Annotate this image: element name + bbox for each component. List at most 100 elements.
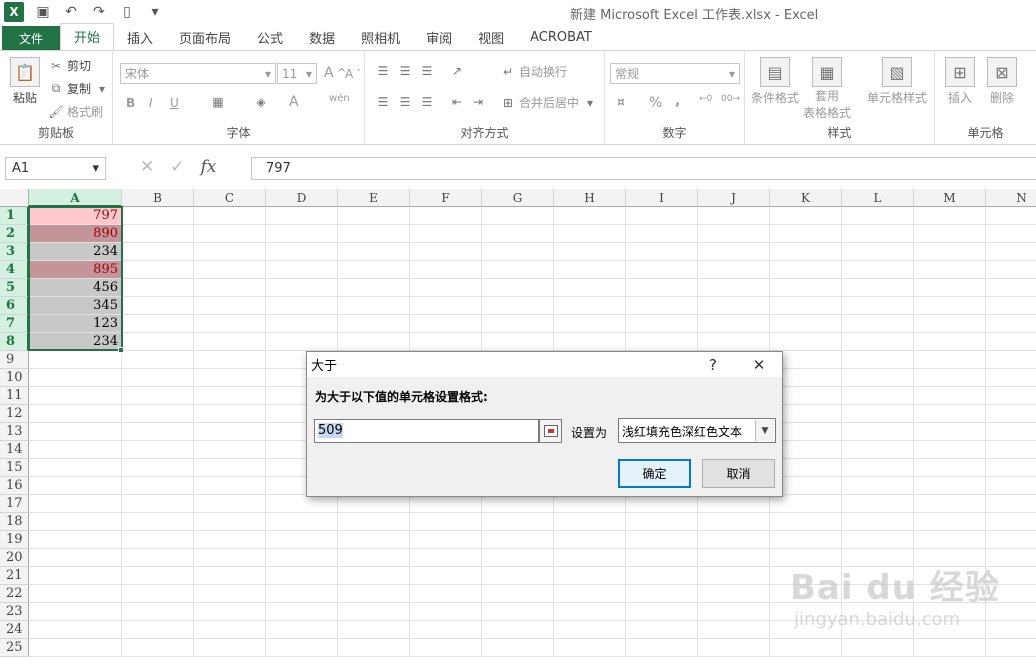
undo-icon[interactable]: ↶	[62, 3, 80, 21]
cell-b25[interactable]	[122, 639, 194, 657]
cell-m5[interactable]	[914, 279, 986, 297]
cell-b24[interactable]	[122, 621, 194, 639]
select-all-corner[interactable]	[0, 189, 29, 207]
cell-f20[interactable]	[410, 549, 482, 567]
cell-l10[interactable]	[842, 369, 914, 387]
cell-a12[interactable]	[29, 405, 122, 423]
cell-h17[interactable]	[554, 495, 626, 513]
delete-cells-button[interactable]: ⊠ 删除	[987, 57, 1017, 106]
cell-j19[interactable]	[698, 531, 770, 549]
row-header-15[interactable]: 15	[0, 459, 29, 477]
cell-c10[interactable]	[194, 369, 266, 387]
cell-j21[interactable]	[698, 567, 770, 585]
insert-cells-button[interactable]: ⊞ 插入	[945, 57, 975, 106]
decrease-decimal-button[interactable]: 00→	[721, 94, 740, 104]
decrease-indent-button[interactable]: ⇤	[449, 94, 465, 110]
cell-i21[interactable]	[626, 567, 698, 585]
cell-n8[interactable]	[986, 333, 1036, 351]
row-header-4[interactable]: 4	[0, 261, 29, 279]
cell-b1[interactable]	[122, 207, 194, 225]
cell-b9[interactable]	[122, 351, 194, 369]
cell-h6[interactable]	[554, 297, 626, 315]
tab-file[interactable]: 文件	[2, 26, 60, 50]
cell-n3[interactable]	[986, 243, 1036, 261]
cell-g20[interactable]	[482, 549, 554, 567]
cell-l8[interactable]	[842, 333, 914, 351]
tab-acrobat[interactable]: ACROBAT	[517, 24, 605, 50]
cell-a25[interactable]	[29, 639, 122, 657]
tab-insert[interactable]: 插入	[114, 24, 166, 50]
cell-d21[interactable]	[266, 567, 338, 585]
cell-b4[interactable]	[122, 261, 194, 279]
cell-n6[interactable]	[986, 297, 1036, 315]
cell-j17[interactable]	[698, 495, 770, 513]
cell-f5[interactable]	[410, 279, 482, 297]
cell-f17[interactable]	[410, 495, 482, 513]
cell-j5[interactable]	[698, 279, 770, 297]
cell-b12[interactable]	[122, 405, 194, 423]
cell-b21[interactable]	[122, 567, 194, 585]
cell-m10[interactable]	[914, 369, 986, 387]
cell-g1[interactable]	[482, 207, 554, 225]
cell-b8[interactable]	[122, 333, 194, 351]
cell-l1[interactable]	[842, 207, 914, 225]
orientation-button[interactable]: ↗	[449, 63, 465, 79]
row-header-11[interactable]: 11	[0, 387, 29, 405]
cell-f6[interactable]	[410, 297, 482, 315]
cell-h21[interactable]	[554, 567, 626, 585]
cell-c8[interactable]	[194, 333, 266, 351]
cell-j22[interactable]	[698, 585, 770, 603]
cell-m3[interactable]	[914, 243, 986, 261]
cell-l13[interactable]	[842, 423, 914, 441]
cell-n10[interactable]	[986, 369, 1036, 387]
cell-b23[interactable]	[122, 603, 194, 621]
cell-k5[interactable]	[770, 279, 842, 297]
cell-k4[interactable]	[770, 261, 842, 279]
cell-f24[interactable]	[410, 621, 482, 639]
cell-l6[interactable]	[842, 297, 914, 315]
cell-m7[interactable]	[914, 315, 986, 333]
cell-d17[interactable]	[266, 495, 338, 513]
cell-b10[interactable]	[122, 369, 194, 387]
cell-h1[interactable]	[554, 207, 626, 225]
cell-h5[interactable]	[554, 279, 626, 297]
cell-c11[interactable]	[194, 387, 266, 405]
column-header-h[interactable]: H	[554, 189, 626, 207]
cell-l15[interactable]	[842, 459, 914, 477]
conditional-formatting-button[interactable]: ▤ 条件格式	[751, 57, 799, 106]
cell-l11[interactable]	[842, 387, 914, 405]
confirm-entry-icon[interactable]: ✓	[170, 157, 184, 177]
cell-k2[interactable]	[770, 225, 842, 243]
row-header-24[interactable]: 24	[0, 621, 29, 639]
cell-b14[interactable]	[122, 441, 194, 459]
comma-button[interactable]: ,	[675, 93, 680, 109]
cell-a22[interactable]	[29, 585, 122, 603]
copy-button[interactable]: ⧉ 复制 ▾	[48, 80, 110, 97]
row-header-16[interactable]: 16	[0, 477, 29, 495]
cell-c18[interactable]	[194, 513, 266, 531]
cell-e3[interactable]	[338, 243, 410, 261]
cell-j4[interactable]	[698, 261, 770, 279]
cell-h25[interactable]	[554, 639, 626, 657]
cell-m6[interactable]	[914, 297, 986, 315]
increase-decimal-button[interactable]: ←0	[699, 94, 712, 104]
ok-button[interactable]: 确定	[618, 459, 691, 488]
italic-button[interactable]: I	[149, 96, 153, 110]
row-header-18[interactable]: 18	[0, 513, 29, 531]
cell-e2[interactable]	[338, 225, 410, 243]
cell-c2[interactable]	[194, 225, 266, 243]
format-select[interactable]: 浅红填充色深红色文本 ▼	[618, 418, 776, 443]
cell-h22[interactable]	[554, 585, 626, 603]
cell-e19[interactable]	[338, 531, 410, 549]
cell-b22[interactable]	[122, 585, 194, 603]
row-header-19[interactable]: 19	[0, 531, 29, 549]
increase-font-button[interactable]: A ^	[324, 65, 346, 81]
cell-f7[interactable]	[410, 315, 482, 333]
cell-a7[interactable]: 123	[29, 315, 122, 333]
cell-c6[interactable]	[194, 297, 266, 315]
cell-a15[interactable]	[29, 459, 122, 477]
cell-c14[interactable]	[194, 441, 266, 459]
column-header-d[interactable]: D	[266, 189, 338, 207]
row-header-20[interactable]: 20	[0, 549, 29, 567]
cell-j3[interactable]	[698, 243, 770, 261]
